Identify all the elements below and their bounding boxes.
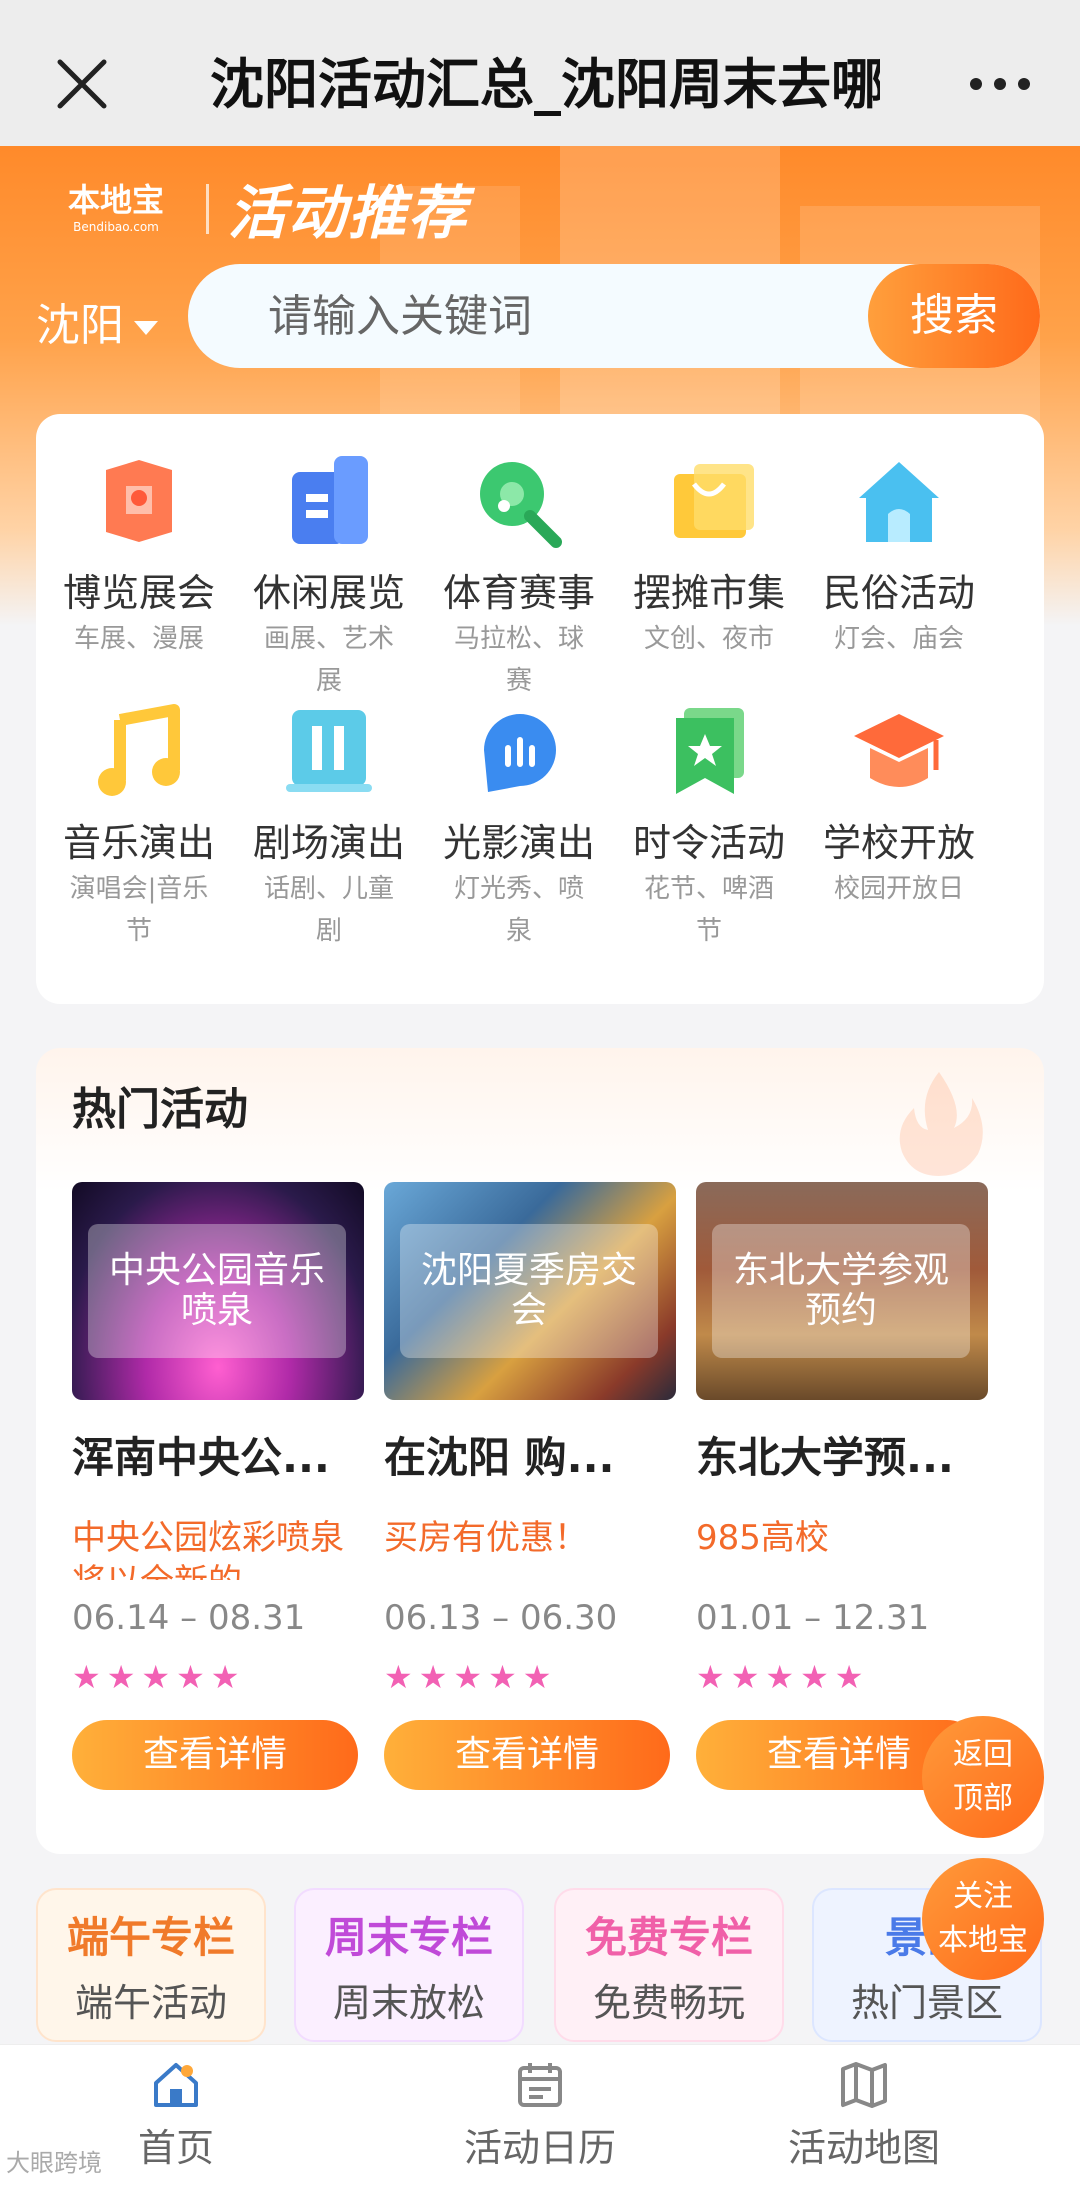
city-label: 沈阳 [36,300,124,351]
star-icon: ★ [384,1658,413,1696]
activity-description: 985高校 [696,1518,829,1558]
theater-icon [286,710,372,792]
star-icon: ★ [418,1658,448,1696]
star-badge-icon [676,708,744,794]
music-note-icon [98,704,180,796]
home-icon [154,2063,198,2107]
top-nav-bar: 沈阳活动汇总_沈阳周末去哪 [0,0,1080,146]
activity-card[interactable]: 东北大学参观预约 东北大学预... 985高校 01.01 – 12.31 ★ ★… [696,1182,988,1790]
column-subtitle: 热门景区 [850,1981,1003,2025]
category-theater[interactable]: 剧场演出 话剧、儿童剧 [234,700,424,952]
star-icon: ★ [453,1658,483,1696]
map-pin-icon [106,460,172,542]
category-grid: 博览展会 车展、漫展 休闲展览 画展、艺术展 体育赛事 马拉松、球赛 摆摊市集 … [36,414,1044,1004]
star-icon: ★ [488,1658,517,1696]
category-leisure-exhibition[interactable]: 休闲展览 画展、艺术展 [234,450,424,702]
column-free[interactable]: 免费专栏 免费畅玩 [554,1888,784,2042]
star-icon: ★ [800,1658,829,1696]
light-show-icon [484,714,556,792]
category-folk[interactable]: 民俗活动 灯会、庙会 [804,450,994,660]
bendibao-logo: 本地宝 Bendibao.com [67,181,164,234]
star-icon: ★ [696,1658,725,1696]
activity-description: 中央公园炫彩喷泉将以全新的 [72,1518,344,1580]
search-button[interactable]: 搜索 [868,264,1040,368]
activity-image[interactable]: 沈阳夏季房交会 [384,1182,676,1400]
activity-date: 01.01 – 12.31 [696,1598,930,1638]
star-icon: ★ [730,1658,760,1696]
star-icon: ★ [176,1658,205,1696]
tab-activity-calendar[interactable]: 活动日历 [410,2059,670,2173]
follow-button[interactable]: 关注 本地宝 [922,1858,1044,1980]
activity-description: 买房有优惠！ [384,1518,588,1558]
activity-title: 在沈阳 购... [384,1433,615,1482]
activity-date: 06.13 – 06.30 [384,1598,618,1638]
star-icon: ★ [765,1658,795,1696]
graduation-cap-icon [854,714,944,787]
city-selector[interactable]: 沈阳 [36,286,158,366]
back-to-top-button[interactable]: 返回 顶部 [922,1716,1044,1838]
view-details-button[interactable]: 查看详情 [384,1720,670,1790]
image-overlay-label: 中央公园音乐喷泉 [88,1224,346,1358]
page-title: 沈阳活动汇总_沈阳周末去哪 [210,53,880,116]
column-dragon-boat[interactable]: 端午专栏 端午活动 [36,1888,266,2042]
column-subtitle: 免费畅玩 [592,1981,745,2025]
close-icon[interactable] [52,54,112,114]
activity-image[interactable]: 中央公园音乐喷泉 [72,1182,364,1400]
flame-icon [899,1072,983,1176]
image-overlay-label: 沈阳夏季房交会 [400,1224,658,1358]
column-title: 免费专栏 [584,1913,753,1962]
category-school-open[interactable]: 学校开放 校园开放日 [804,700,994,910]
caret-down-icon [134,321,158,335]
bottom-tab-bar: 首页 活动日历 活动地图 [0,2044,1080,2185]
star-icon: ★ [72,1658,101,1696]
category-market[interactable]: 摆摊市集 文创、夜市 [614,450,804,660]
calendar-icon [518,2063,562,2107]
search-bar: 搜索 [188,264,1040,368]
tab-activity-map[interactable]: 活动地图 [734,2059,994,2173]
more-options-icon[interactable] [968,72,1032,96]
logo-divider [206,184,209,234]
star-icon: ★ [106,1658,136,1696]
column-title: 端午专栏 [66,1913,235,1962]
activity-card[interactable]: 沈阳夏季房交会 在沈阳 购... 买房有优惠！ 06.13 – 06.30 ★ ★… [384,1182,676,1790]
star-icon: ★ [210,1658,240,1696]
watermark: 大眼跨境 [6,2149,102,2177]
shopping-bag-icon [674,464,754,538]
star-icon: ★ [834,1658,864,1696]
category-expo[interactable]: 博览展会 车展、漫展 [44,450,234,660]
activity-card[interactable]: 中央公园音乐喷泉 浑南中央公... 中央公园炫彩喷泉将以全新的 06.14 – … [72,1182,364,1790]
rating-stars: ★ ★ ★ ★ ★ [384,1660,676,1694]
tab-label: 活动地图 [787,2126,940,2170]
house-icon [859,462,939,542]
column-subtitle: 端午活动 [74,1981,227,2025]
search-input[interactable] [188,264,848,368]
rating-stars: ★ ★ ★ ★ ★ [72,1660,364,1694]
category-music[interactable]: 音乐演出 演唱会|音乐节 [44,700,234,952]
activity-date: 06.14 – 08.31 [72,1598,306,1638]
star-icon: ★ [141,1658,171,1696]
activity-title: 浑南中央公... [72,1433,330,1482]
category-light-show[interactable]: 光影演出 灯光秀、喷泉 [424,700,614,952]
column-weekend[interactable]: 周末专栏 周末放松 [294,1888,524,2042]
map-icon [841,2062,887,2108]
category-sports[interactable]: 体育赛事 马拉松、球赛 [424,450,614,702]
category-seasonal[interactable]: 时令活动 花节、啤酒节 [614,700,804,952]
ping-pong-icon [480,462,562,548]
column-subtitle: 周末放松 [332,1981,485,2025]
exhibition-icon [292,456,368,544]
image-overlay-label: 东北大学参观预约 [712,1224,970,1358]
activity-title: 东北大学预... [696,1433,954,1482]
hot-activities-section: 热门活动 中央公园音乐喷泉 浑南中央公... 中央公园炫彩喷泉将以全新的 06.… [36,1048,1044,1854]
star-icon: ★ [522,1658,552,1696]
column-title: 周末专栏 [324,1913,493,1962]
rating-stars: ★ ★ ★ ★ ★ [696,1660,988,1694]
section-heading: 热门活动 [72,1084,248,1135]
activity-image[interactable]: 东北大学参观预约 [696,1182,988,1400]
banner-slogan: 活动推荐 [228,179,469,247]
tab-label: 活动日历 [463,2126,616,2170]
view-details-button[interactable]: 查看详情 [72,1720,358,1790]
